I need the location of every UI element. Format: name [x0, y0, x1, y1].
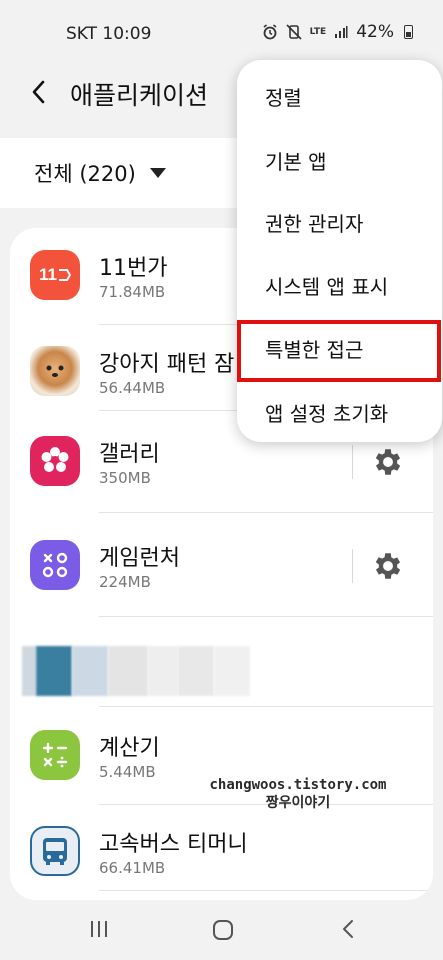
app-row[interactable]: 게임런처 224MB	[10, 518, 433, 614]
vertical-separator	[352, 445, 353, 479]
battery-percent: 42%	[356, 22, 394, 42]
blur-block	[108, 646, 148, 696]
recent-apps-icon[interactable]	[88, 918, 110, 940]
page-title: 애플리케이션	[70, 81, 209, 110]
app-size: 350MB	[99, 469, 151, 487]
redacted-row	[10, 628, 433, 708]
carrier-time: SKT 10:09	[66, 24, 152, 44]
app-size: 224MB	[99, 573, 151, 591]
divider	[99, 890, 433, 891]
blur-block	[214, 646, 250, 696]
puppy-face-icon	[46, 365, 64, 377]
menu-item-permission-manager[interactable]: 권한 관리자	[265, 208, 363, 237]
app-name: 갤러리	[99, 442, 160, 467]
app-name: 계산기	[99, 736, 160, 761]
gallery-settings	[352, 442, 405, 482]
divider	[99, 512, 433, 513]
game-launcher-settings	[352, 546, 405, 586]
game-symbols-icon	[42, 552, 68, 578]
puppy-photo-icon	[30, 346, 80, 396]
battery-icon	[404, 25, 413, 39]
gallery-flower-icon	[30, 436, 80, 486]
vertical-separator	[352, 549, 353, 583]
blur-block	[148, 646, 178, 696]
app-size: 71.84MB	[99, 283, 166, 301]
divider	[99, 616, 433, 617]
app-size: 5.44MB	[99, 763, 156, 781]
11st-arrow-icon	[58, 269, 71, 281]
menu-item-show-system-apps[interactable]: 시스템 앱 표시	[265, 271, 388, 300]
filter-label: 전체 (220)	[34, 162, 136, 186]
app-size: 66.41MB	[99, 859, 166, 877]
divider	[99, 706, 433, 707]
menu-item-reset-app-preferences[interactable]: 앱 설정 초기화	[265, 398, 388, 427]
11st-logo-text: 11	[39, 265, 57, 284]
11st-icon: 11	[30, 250, 80, 300]
navigation-bar	[0, 900, 443, 960]
home-icon[interactable]	[211, 918, 235, 942]
status-icons: LTE 42%	[262, 22, 413, 42]
flower-icon	[41, 447, 69, 472]
menu-item-default-apps[interactable]: 기본 앱	[265, 146, 327, 175]
network-type-icon: LTE	[309, 27, 327, 37]
menu-item-sort[interactable]: 정렬	[265, 82, 302, 111]
calculator-icon	[30, 730, 80, 780]
blur-block	[22, 646, 36, 696]
back-nav-icon[interactable]	[338, 918, 358, 940]
alarm-icon	[263, 24, 277, 40]
status-bar: SKT 10:09 LTE 42%	[0, 0, 443, 68]
app-name: 강아지 패턴 잠	[99, 352, 235, 377]
app-name: 고속버스 티머니	[99, 832, 248, 857]
signal-icon	[335, 26, 348, 38]
app-row[interactable]: 고속버스 티머니 66.41MB	[10, 804, 433, 900]
blur-block	[36, 646, 72, 696]
highlight-box	[237, 320, 441, 382]
gear-icon[interactable]	[371, 549, 405, 583]
app-size: 56.44MB	[99, 379, 166, 397]
app-name: 게임런처	[99, 546, 180, 571]
app-name: 11번가	[99, 256, 168, 281]
game-launcher-icon	[30, 540, 80, 590]
dropdown-triangle-icon	[149, 168, 166, 178]
bus-glyph-icon	[43, 838, 67, 865]
overflow-menu: 정렬 기본 앱 권한 관리자 시스템 앱 표시 특별한 접근 앱 설정 초기화	[237, 60, 442, 442]
blur-block	[72, 646, 108, 696]
calc-symbols-icon	[42, 742, 68, 768]
watermark-author: 짱우이야기	[265, 795, 331, 811]
watermark-url: changwoos.tistory.com	[209, 777, 387, 793]
watermark: changwoos.tistory.com 짱우이야기	[204, 776, 392, 812]
blur-block	[178, 646, 214, 696]
back-arrow-icon[interactable]	[28, 78, 50, 106]
bus-icon	[30, 826, 80, 876]
vibrate-mute-icon	[286, 24, 302, 40]
gear-icon[interactable]	[371, 445, 405, 479]
